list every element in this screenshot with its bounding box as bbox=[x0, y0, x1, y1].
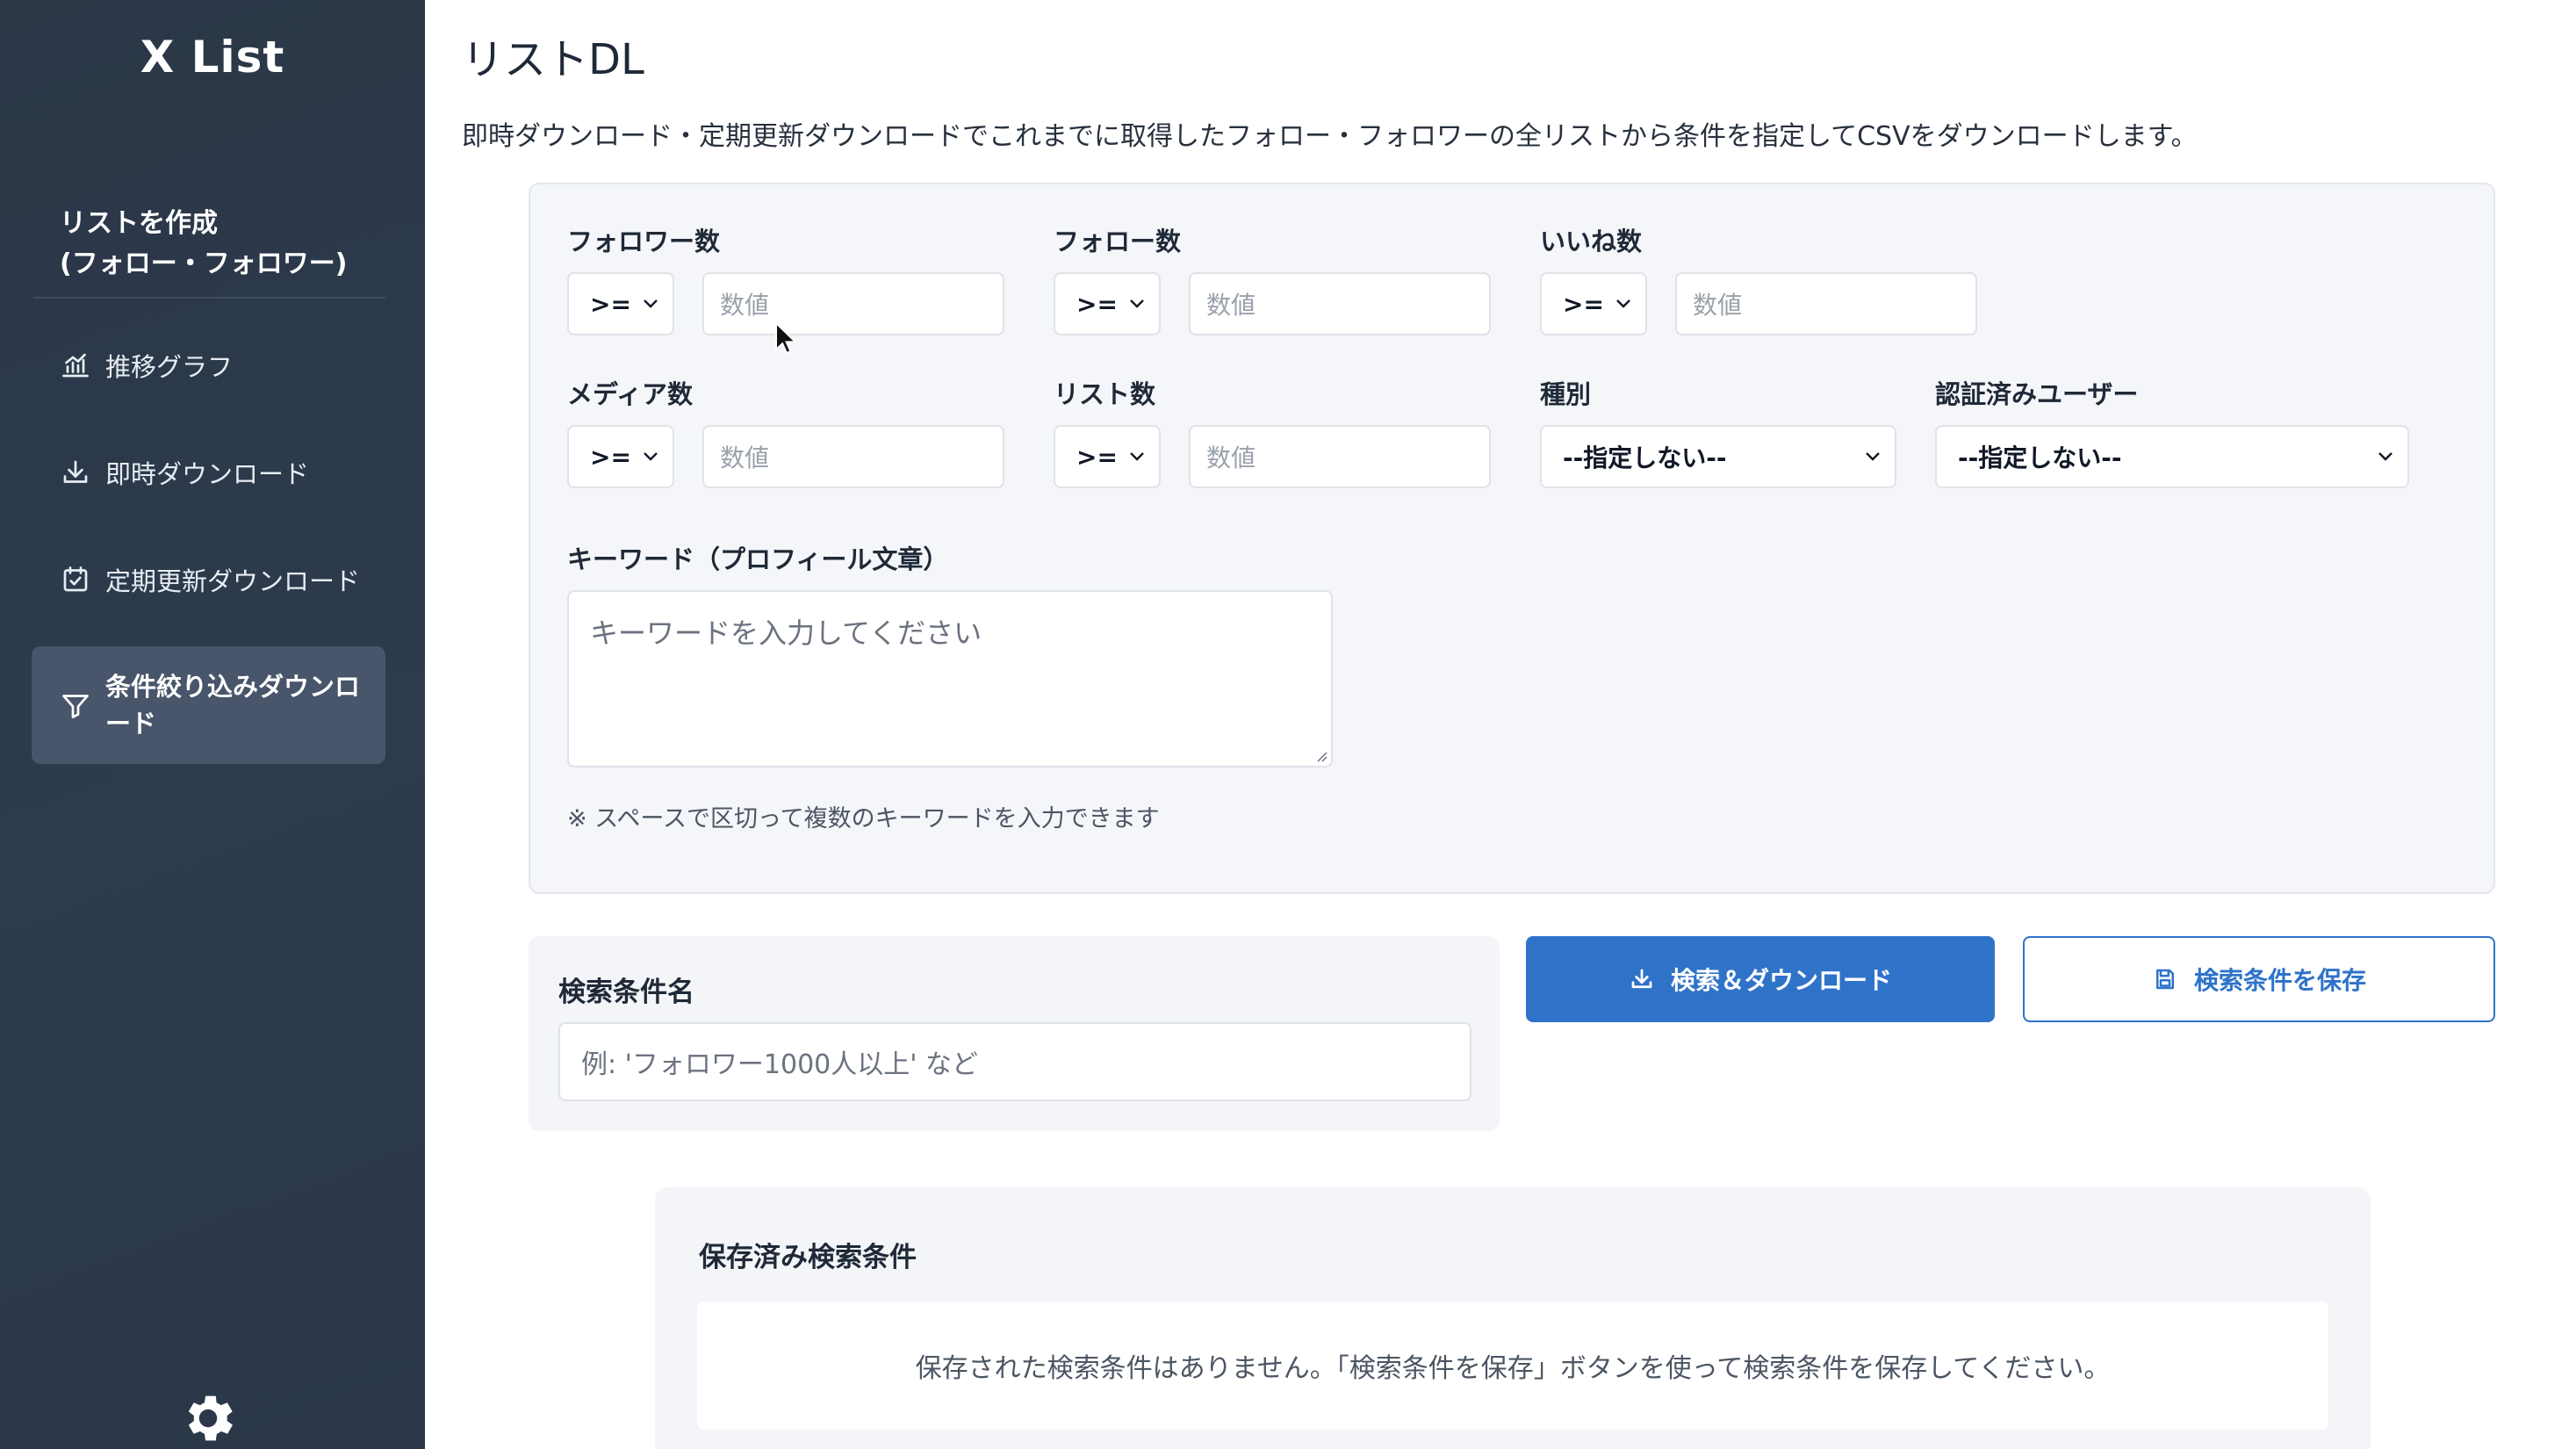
filter-icon bbox=[62, 695, 89, 718]
download-icon bbox=[63, 460, 88, 483]
likes-label: いいね数 bbox=[1540, 227, 1643, 256]
sidebar: X List リストを作成 (フォロー・フォロワー) 推移グラフ 即時ダウンロー… bbox=[0, 0, 425, 1449]
gear-icon[interactable] bbox=[177, 1388, 239, 1449]
following-input[interactable]: 数値 bbox=[1189, 272, 1491, 335]
likes-operator-select[interactable]: >= bbox=[1540, 272, 1647, 335]
sidebar-item-label: 即時ダウンロード bbox=[105, 459, 310, 489]
sidebar-item-scheduled-download[interactable]: 定期更新ダウンロード bbox=[32, 562, 385, 597]
following-label: フォロー数 bbox=[1054, 227, 1182, 256]
lists-input[interactable]: 数値 bbox=[1189, 425, 1491, 488]
type-select-value: --指定しない-- bbox=[1563, 443, 1727, 472]
page-description: 即時ダウンロード・定期更新ダウンロードでこれまでに取得したフォロー・フォロワーの… bbox=[462, 121, 2198, 152]
saved-conditions-title: 保存済み検索条件 bbox=[699, 1242, 917, 1273]
sidebar-item-label: 条件絞り込みダウンロード bbox=[105, 672, 361, 739]
sidebar-item-filtered-download[interactable]: 条件絞り込みダウンロード bbox=[32, 646, 385, 764]
mouse-cursor-icon bbox=[775, 321, 797, 355]
media-input[interactable]: 数値 bbox=[702, 425, 1004, 488]
save-icon bbox=[2155, 969, 2174, 990]
operator-value: >= bbox=[590, 442, 631, 472]
chevron-down-icon bbox=[2378, 452, 2393, 461]
main-content: リストDL 即時ダウンロード・定期更新ダウンロードでこれまでに取得したフォロー・… bbox=[425, 0, 2576, 1449]
keyword-note: ※ スペースで区切って複数のキーワードを入力できます bbox=[567, 805, 1160, 833]
operator-value: >= bbox=[590, 289, 631, 319]
operator-value: >= bbox=[1076, 289, 1118, 319]
type-select[interactable]: --指定しない-- bbox=[1540, 425, 1896, 488]
search-name-input[interactable]: 例: 'フォロワー1000人以上' など bbox=[558, 1022, 1471, 1101]
chevron-down-icon bbox=[1130, 452, 1144, 461]
verified-select[interactable]: --指定しない-- bbox=[1935, 425, 2409, 488]
sidebar-divider bbox=[33, 297, 385, 299]
operator-value: >= bbox=[1563, 289, 1604, 319]
search-download-label: 検索＆ダウンロード bbox=[1670, 966, 1892, 995]
saved-conditions-panel: 保存済み検索条件 保存された検索条件はありません。「検索条件を保存」ボタンを使っ… bbox=[655, 1187, 2371, 1449]
search-name-label: 検索条件名 bbox=[558, 977, 694, 1008]
app-brand[interactable]: X List bbox=[0, 32, 425, 83]
following-operator-select[interactable]: >= bbox=[1054, 272, 1161, 335]
verified-select-value: --指定しない-- bbox=[1958, 443, 2122, 472]
sidebar-heading-line1: リストを作成 bbox=[60, 208, 218, 239]
save-conditions-button[interactable]: 検索条件を保存 bbox=[2023, 936, 2495, 1022]
resize-grip-icon[interactable] bbox=[1315, 750, 1328, 762]
chevron-down-icon bbox=[644, 452, 658, 461]
page-title: リストDL bbox=[462, 35, 644, 84]
sidebar-item-instant-download[interactable]: 即時ダウンロード bbox=[32, 455, 385, 490]
save-conditions-label: 検索条件を保存 bbox=[2193, 966, 2366, 995]
followers-input[interactable]: 数値 bbox=[702, 272, 1004, 335]
saved-conditions-empty: 保存された検索条件はありません。「検索条件を保存」ボタンを使って検索条件を保存し… bbox=[697, 1301, 2328, 1430]
chart-icon bbox=[62, 353, 89, 378]
sidebar-item-label: 定期更新ダウンロード bbox=[105, 566, 361, 596]
lists-operator-select[interactable]: >= bbox=[1054, 425, 1161, 488]
sidebar-heading-line2: (フォロー・フォロワー) bbox=[60, 249, 348, 279]
operator-value: >= bbox=[1076, 442, 1118, 472]
media-operator-select[interactable]: >= bbox=[567, 425, 674, 488]
filter-panel: フォロワー数 >= 数値 フォロー数 >= 数値 いいね数 >= 数値 メディア… bbox=[529, 183, 2495, 894]
chevron-down-icon bbox=[1130, 299, 1144, 308]
type-label: 種別 bbox=[1540, 379, 1592, 409]
media-label: メディア数 bbox=[567, 379, 693, 409]
keyword-label: キーワード（プロフィール文章） bbox=[567, 544, 949, 574]
verified-label: 認証済みユーザー bbox=[1935, 379, 2139, 409]
followers-label: フォロワー数 bbox=[567, 227, 721, 256]
chevron-down-icon bbox=[1866, 452, 1880, 461]
followers-operator-select[interactable]: >= bbox=[567, 272, 674, 335]
sidebar-item-label: 推移グラフ bbox=[105, 352, 234, 382]
lists-label: リスト数 bbox=[1054, 379, 1156, 409]
chevron-down-icon bbox=[644, 299, 658, 308]
keyword-placeholder: キーワードを入力してください bbox=[590, 616, 982, 650]
search-download-button[interactable]: 検索＆ダウンロード bbox=[1526, 936, 1995, 1022]
search-name-panel: 検索条件名 例: 'フォロワー1000人以上' など bbox=[529, 936, 1500, 1131]
sidebar-section-heading: リストを作成 (フォロー・フォロワー) bbox=[60, 204, 347, 285]
calendar-check-icon bbox=[63, 566, 88, 592]
sidebar-item-trend-graph[interactable]: 推移グラフ bbox=[32, 348, 385, 383]
keyword-textarea[interactable]: キーワードを入力してください bbox=[567, 590, 1333, 768]
chevron-down-icon bbox=[1616, 299, 1630, 308]
download-icon bbox=[1631, 969, 1652, 989]
likes-input[interactable]: 数値 bbox=[1675, 272, 1977, 335]
